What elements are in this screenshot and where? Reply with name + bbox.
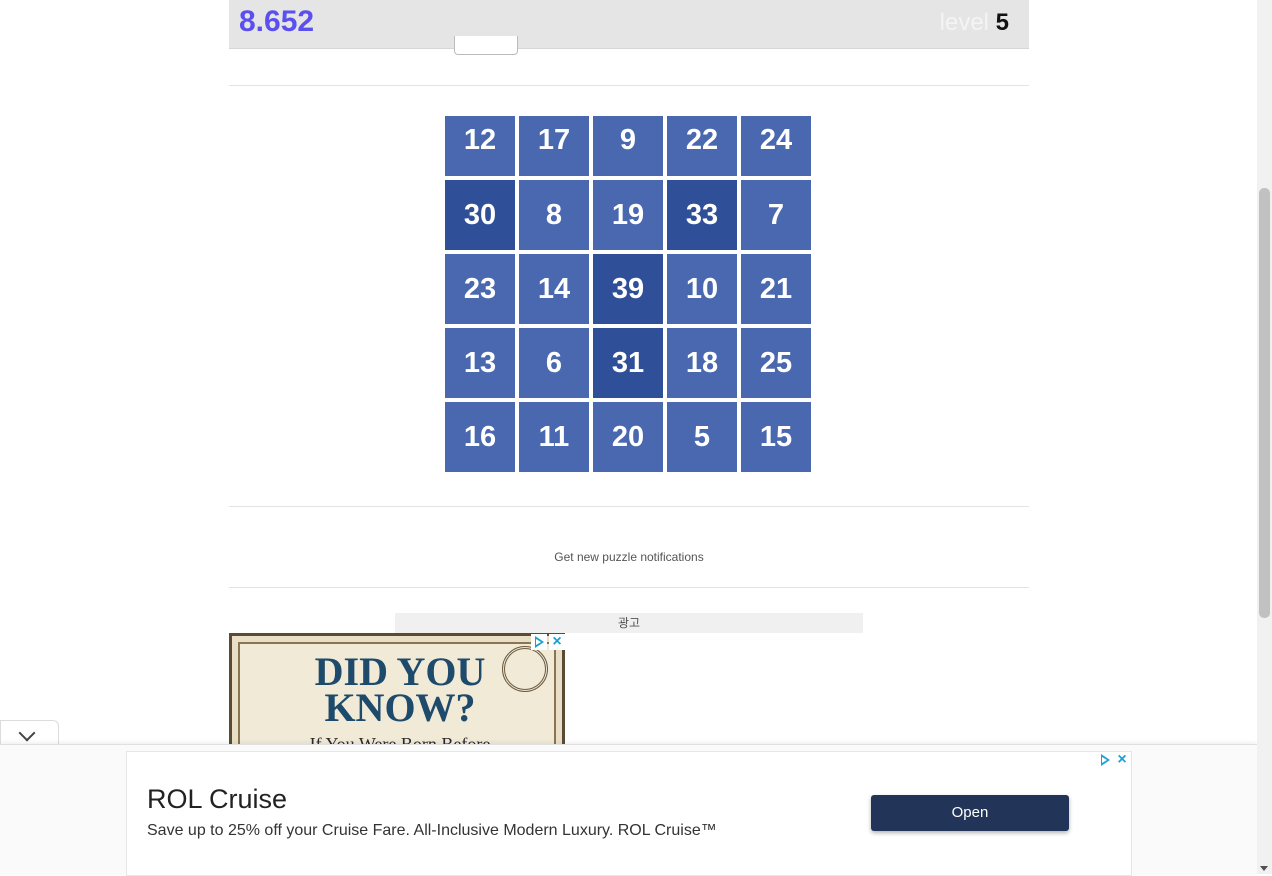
ad-label: 광고 [395, 613, 863, 633]
close-icon[interactable]: × [549, 634, 565, 650]
grid-cell[interactable]: 7 [741, 180, 811, 250]
grid-cell[interactable]: 18 [667, 328, 737, 398]
grid-cell[interactable]: 21 [741, 254, 811, 324]
open-button[interactable]: Open [871, 795, 1069, 831]
grid-cell[interactable]: 19 [593, 180, 663, 250]
grid-cell[interactable]: 16 [445, 402, 515, 472]
grid-cell[interactable]: 39 [593, 254, 663, 324]
grid-cell[interactable]: 10 [667, 254, 737, 324]
puzzle-notifications-link[interactable]: Get new puzzle notifications [229, 550, 1029, 564]
divider [229, 85, 1029, 86]
grid-cell[interactable]: 24 [741, 116, 811, 176]
sticky-ad-card[interactable]: ROL Cruise Save up to 25% off your Cruis… [126, 751, 1132, 876]
grid-cell[interactable]: 6 [519, 328, 589, 398]
grid-cell[interactable]: 25 [741, 328, 811, 398]
grid-cell[interactable]: 11 [519, 402, 589, 472]
grid-cell[interactable]: 22 [667, 116, 737, 176]
adchoices-icon[interactable] [1097, 752, 1113, 768]
grid-cell[interactable]: 5 [667, 402, 737, 472]
grid-cell[interactable]: 14 [519, 254, 589, 324]
sticky-ad-bar: ROL Cruise Save up to 25% off your Cruis… [0, 744, 1257, 876]
timer: 8.652 [239, 5, 315, 38]
scrollbar-thumb[interactable] [1259, 188, 1270, 618]
grid-cell[interactable]: 13 [445, 328, 515, 398]
chevron-down-icon [18, 724, 36, 742]
grid-cell[interactable]: 15 [741, 402, 811, 472]
close-icon[interactable]: × [1114, 752, 1130, 768]
scrollbar[interactable] [1257, 0, 1272, 874]
divider [229, 587, 1029, 588]
grid-cell[interactable]: 9 [593, 116, 663, 176]
grid-cell[interactable]: 31 [593, 328, 663, 398]
sticky-ad-title: ROL Cruise [147, 784, 288, 814]
grid-cell[interactable]: 12 [445, 116, 515, 176]
grid-cell[interactable]: 8 [519, 180, 589, 250]
scroll-down-arrow-icon[interactable] [1260, 866, 1268, 871]
grid-cell[interactable]: 20 [593, 402, 663, 472]
ad-image[interactable]: DID YOU KNOW? If You Were Born Before [229, 633, 565, 748]
level-label: level [939, 9, 989, 36]
level-value: 5 [995, 9, 1009, 36]
sticky-ad-description: Save up to 25% off your Cruise Fare. All… [147, 822, 717, 839]
ad-headline-2: KNOW? [324, 685, 476, 730]
divider [229, 506, 1029, 507]
partially-hidden-button[interactable] [454, 36, 518, 55]
grid-cell[interactable]: 30 [445, 180, 515, 250]
adchoices-icon[interactable] [531, 634, 547, 650]
grid-cell[interactable]: 17 [519, 116, 589, 176]
top-bar: 8.652 level 5 [229, 0, 1029, 49]
grid-cell[interactable]: 23 [445, 254, 515, 324]
grid-cell[interactable]: 33 [667, 180, 737, 250]
